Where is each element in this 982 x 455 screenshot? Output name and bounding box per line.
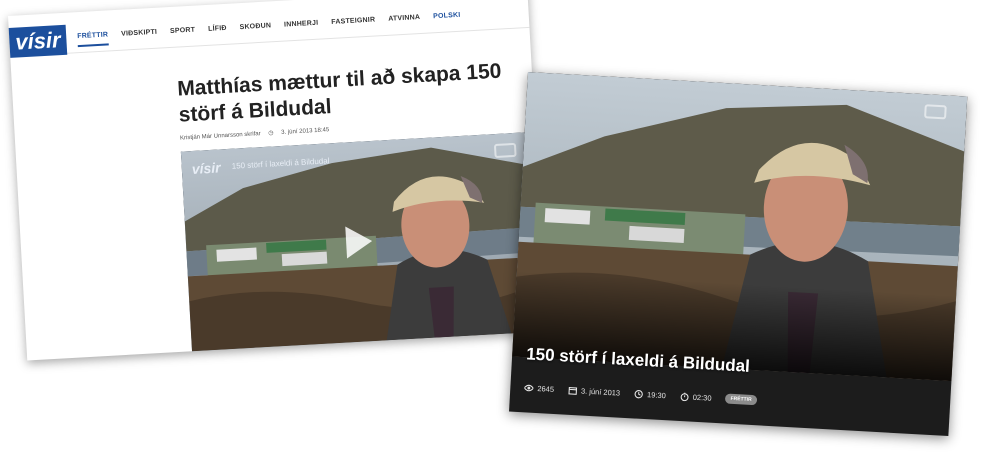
nav-item-vidskipti[interactable]: VIÐSKIPTI	[121, 29, 158, 45]
top-navigation: vísir FRÉTTIR VIÐSKIPTI SPORT LÍFIÐ SKOÐ…	[8, 0, 530, 58]
category-tag[interactable]: FRÉTTIR	[725, 393, 757, 406]
visir-logo[interactable]: vísir	[8, 24, 68, 58]
views-value: 2645	[537, 383, 555, 394]
nav-item-fasteignir[interactable]: FASTEIGNIR	[331, 17, 376, 33]
nav-item-lifid[interactable]: LÍFIÐ	[208, 25, 227, 40]
video-visir-logo: vísir	[191, 159, 222, 177]
stopwatch-icon	[680, 392, 689, 401]
large-channel-logo-icon	[924, 104, 947, 120]
large-video-frame-scene	[512, 72, 968, 382]
time-value: 19:30	[646, 389, 667, 400]
author-name[interactable]: Kristján Már Unnarsson skrifar	[180, 131, 261, 141]
channel-logo-icon	[493, 142, 517, 159]
nav-item-sport[interactable]: SPORT	[170, 27, 196, 42]
video-duration: 02:30	[680, 391, 712, 402]
nav-item-innherji[interactable]: INNHERJI	[284, 20, 319, 36]
clock-icon	[634, 389, 643, 398]
nav-item-atvinna[interactable]: ATVINNA	[388, 14, 421, 30]
date-value: 3. júní 2013	[580, 385, 621, 398]
nav-item-frettir[interactable]: FRÉTTIR	[77, 31, 109, 48]
duration-value: 02:30	[692, 392, 712, 403]
video-meta-row: 2645 3. júní 2013 19:30 02:30 FRÉTTIR	[524, 382, 757, 406]
article-page-card: vísir FRÉTTIR VIÐSKIPTI SPORT LÍFIÐ SKOÐ…	[8, 0, 547, 361]
embedded-video-player[interactable]: vísir 150 störf í laxeldi á Bildudal	[180, 131, 547, 352]
video-time: 19:30	[634, 389, 666, 400]
article-headline: Matthías mættur til að skapa 150 störf á…	[176, 59, 502, 127]
video-page-card: 150 störf í laxeldi á Bildudal 2645 3. j…	[509, 72, 968, 437]
clock-icon: ◷	[268, 130, 274, 137]
nav-item-skodun[interactable]: SKOÐUN	[239, 22, 271, 38]
calendar-icon	[568, 386, 577, 395]
eye-icon	[524, 384, 534, 391]
video-date: 3. júní 2013	[568, 385, 621, 398]
views-count: 2645	[524, 383, 555, 394]
byline: Kristján Már Unnarsson skrifar ◷ 3. júní…	[180, 126, 330, 141]
play-icon[interactable]	[345, 225, 374, 259]
large-video-player[interactable]	[512, 72, 968, 382]
nav-item-polski[interactable]: POLSKI	[433, 12, 461, 28]
publish-date: 3. júní 2013 18:45	[281, 127, 330, 136]
